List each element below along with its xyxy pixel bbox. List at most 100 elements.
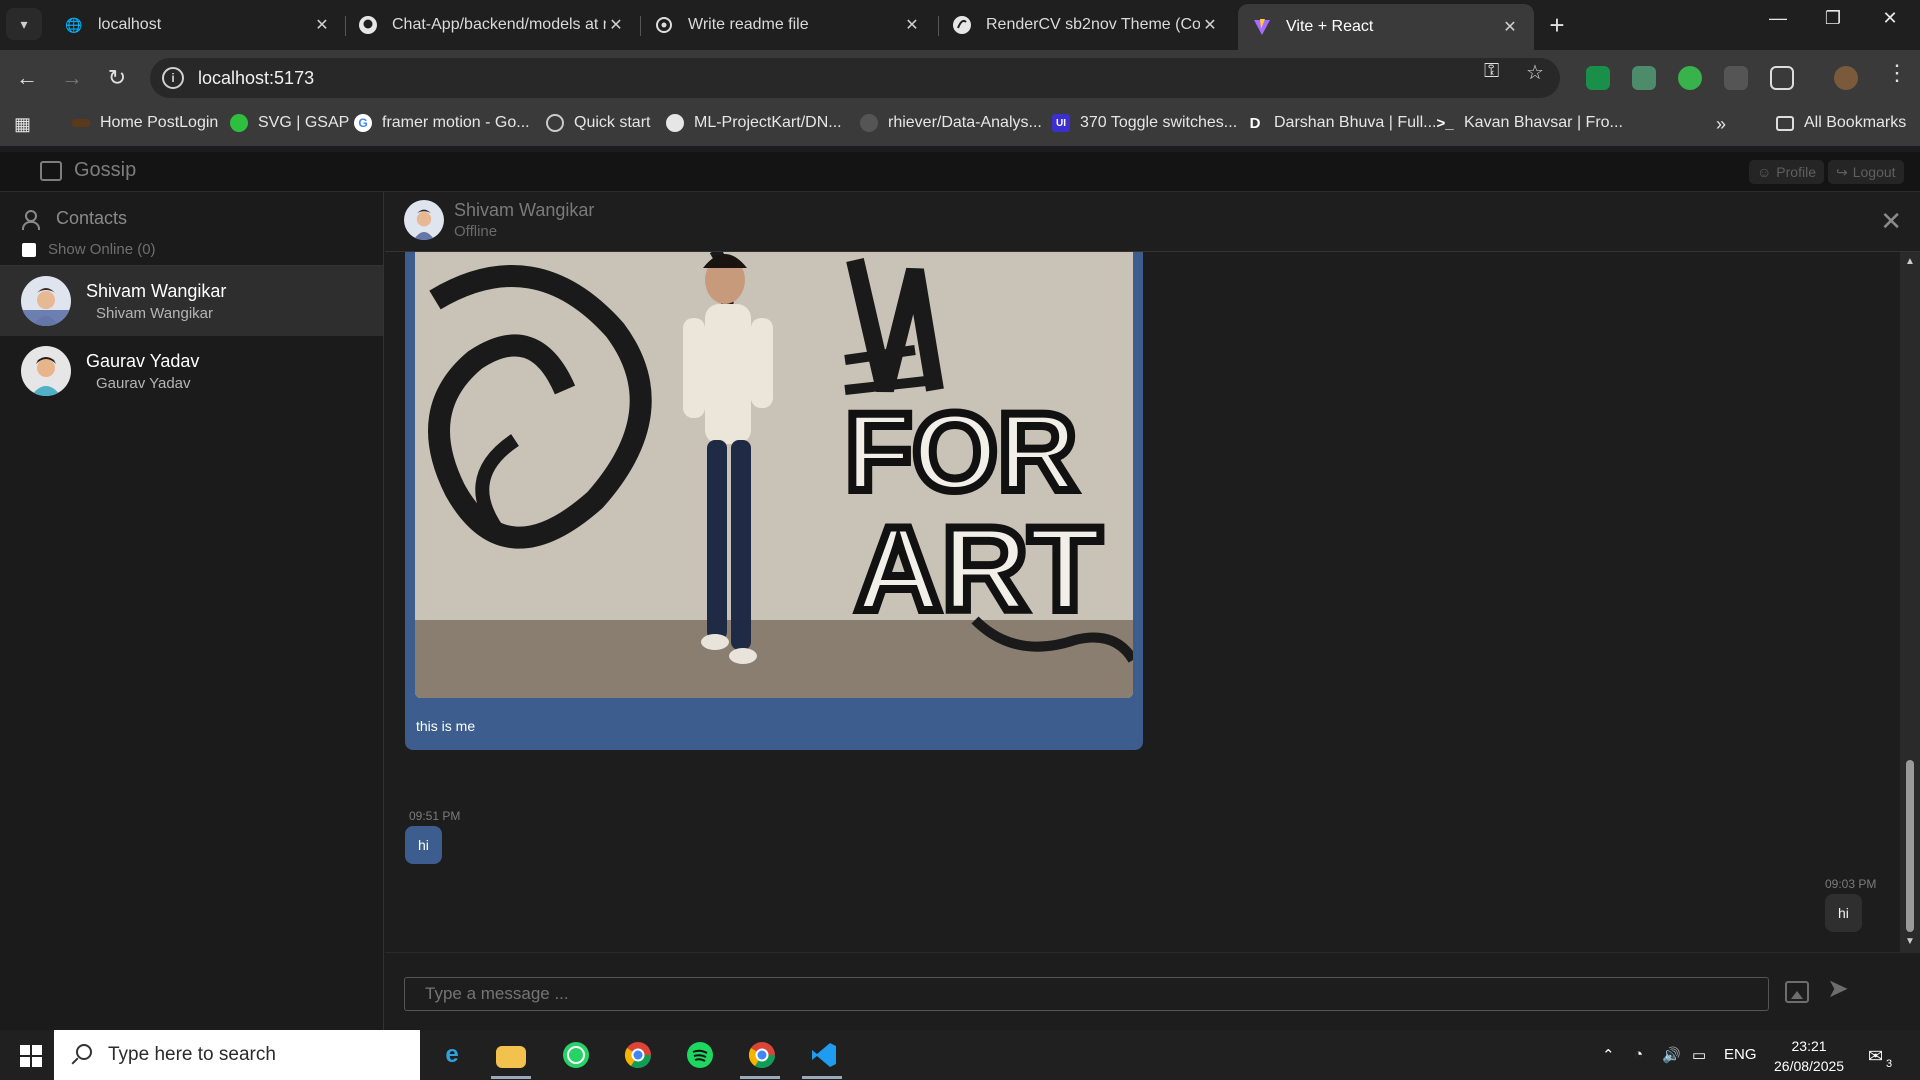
clock-date: 26/08/2025 <box>1774 1058 1845 1074</box>
reload-button[interactable]: ↻ <box>103 64 131 92</box>
close-tab-icon[interactable]: ✕ <box>1500 17 1520 37</box>
apps-grid-icon[interactable]: ▦ <box>14 114 31 135</box>
message-composer: ➤ <box>385 952 1920 1030</box>
notification-count-badge: 3 <box>1886 1058 1893 1070</box>
attach-image-icon[interactable] <box>1785 981 1809 1003</box>
contact-item[interactable]: Shivam Wangikar Shivam Wangikar <box>0 266 383 336</box>
restore-button[interactable]: ❐ <box>1813 8 1853 29</box>
tab-title: Chat-App/backend/models at m <box>392 16 606 33</box>
contact-subtitle: Shivam Wangikar <box>96 304 213 322</box>
tab-chat-app-github[interactable]: Chat-App/backend/models at m ✕ <box>344 4 640 46</box>
app-header: Gossip ☺ Profile ↪ Logout <box>0 152 1920 192</box>
notification-center-icon[interactable]: ✉ <box>1868 1046 1883 1067</box>
bookmark-favicon-icon <box>72 119 90 127</box>
close-tab-icon[interactable]: ✕ <box>312 15 332 35</box>
message-input[interactable] <box>404 977 1769 1011</box>
chat-header: Shivam Wangikar Offline ✕ <box>385 192 1920 252</box>
language-indicator[interactable]: ENG <box>1724 1046 1757 1063</box>
chat-contact-name: Shivam Wangikar <box>454 200 595 220</box>
clock-time: 23:21 <box>1791 1038 1827 1054</box>
shared-photo[interactable]: FOR ART <box>415 252 1133 698</box>
tab-vite-react[interactable]: Vite + React ✕ <box>1238 4 1534 50</box>
all-bookmarks-button[interactable]: All Bookmarks <box>1776 114 1906 132</box>
browser-menu-icon[interactable]: ⋮ <box>1886 60 1908 86</box>
messages-scrollbar[interactable]: ▲ ▼ <box>1900 252 1920 952</box>
logout-button[interactable]: ↪ Logout <box>1828 160 1904 184</box>
whatsapp-icon[interactable] <box>558 1038 594 1072</box>
show-online-toggle[interactable]: Show Online (0) <box>22 241 383 258</box>
vscode-icon[interactable] <box>806 1038 842 1072</box>
taskbar-search-box[interactable]: Type here to search <box>54 1030 420 1080</box>
bookmark-toggle-switches[interactable]: UI 370 Toggle switches... <box>1052 114 1237 132</box>
bookmark-darshan-bhuva[interactable]: D Darshan Bhuva | Full... <box>1246 114 1437 132</box>
tab-rendercv[interactable]: RenderCV sb2nov Theme (Copy ✕ <box>938 4 1234 46</box>
taskbar-clock[interactable]: 23:21 26/08/2025 <box>1774 1036 1844 1076</box>
contact-name: Gaurav Yadav <box>86 350 200 371</box>
close-tab-icon[interactable]: ✕ <box>1200 15 1220 35</box>
scrollbar-thumb[interactable] <box>1906 760 1914 932</box>
bookmark-label: SVG | GSAP <box>258 114 350 131</box>
back-button[interactable]: ← <box>13 64 41 92</box>
uiverse-icon: UI <box>1052 114 1070 132</box>
send-icon[interactable]: ➤ <box>1827 973 1849 1004</box>
profile-button[interactable]: ☺ Profile <box>1749 160 1824 184</box>
chrome-profile-icon[interactable] <box>744 1038 780 1072</box>
forward-button[interactable]: → <box>58 64 86 92</box>
scroll-down-icon[interactable]: ▼ <box>1905 936 1915 947</box>
bookmark-quick-start[interactable]: Quick start <box>546 114 650 132</box>
edge-icon[interactable]: e <box>434 1038 470 1072</box>
close-tab-icon[interactable]: ✕ <box>902 15 922 35</box>
extension-icon-1[interactable] <box>1586 66 1610 90</box>
user-icon: ☺ <box>1757 164 1772 180</box>
github-icon <box>358 15 378 35</box>
close-chat-icon[interactable]: ✕ <box>1880 206 1902 237</box>
extensions-puzzle-icon[interactable] <box>1770 66 1794 90</box>
bookmarks-bar: ▦ Home PostLogin SVG | GSAP Gframer moti… <box>0 106 1920 146</box>
file-explorer-icon[interactable] <box>496 1046 526 1068</box>
tab-write-readme[interactable]: Write readme file ✕ <box>640 4 936 46</box>
extension-icon-3[interactable] <box>1678 66 1702 90</box>
site-info-icon[interactable]: i <box>162 67 184 89</box>
windows-start-icon[interactable] <box>20 1045 42 1067</box>
bookmark-svg-gsap[interactable]: SVG | GSAP <box>230 114 349 132</box>
svg-text:ART: ART <box>855 502 1102 636</box>
gsap-icon <box>230 114 248 132</box>
minimize-button[interactable]: — <box>1758 8 1798 29</box>
show-online-checkbox[interactable] <box>22 242 36 257</box>
google-icon: G <box>354 114 372 132</box>
network-icon[interactable]: ◔ <box>1634 1046 1643 1063</box>
bookmark-star-icon[interactable]: ☆ <box>1526 60 1544 85</box>
profile-avatar[interactable] <box>1834 66 1858 90</box>
vite-icon <box>1252 17 1272 37</box>
close-tab-icon[interactable]: ✕ <box>606 15 626 35</box>
contact-name: Shivam Wangikar <box>86 280 227 301</box>
tab-title: Vite + React <box>1286 18 1374 35</box>
battery-icon[interactable]: ▭ <box>1692 1046 1706 1064</box>
more-bookmarks-icon[interactable]: » <box>1716 114 1726 135</box>
scroll-up-icon[interactable]: ▲ <box>1905 256 1915 267</box>
windows-taskbar: Type here to search e ⌃ ◔ 🔊 ▭ ENG 23:21 … <box>0 1030 1920 1080</box>
bookmark-ml-projectkart[interactable]: ML-ProjectKart/DN... <box>666 114 842 132</box>
chrome-icon[interactable] <box>620 1038 656 1072</box>
password-key-icon[interactable]: ⚿ <box>1484 60 1499 83</box>
address-bar[interactable]: i localhost:5173 <box>150 58 1560 98</box>
tab-localhost[interactable]: 🌐 localhost ✕ <box>50 4 346 46</box>
bookmark-kavan-bhavsar[interactable]: >_ Kavan Bhavsar | Fro... <box>1436 114 1622 132</box>
bookmark-framer-motion[interactable]: Gframer motion - Go... <box>354 114 530 132</box>
contact-item[interactable]: Gaurav Yadav Gaurav Yadav <box>0 336 383 406</box>
image-message: FOR ART this is me <box>405 252 1143 750</box>
new-tab-button[interactable]: + <box>1542 10 1572 41</box>
tab-title: RenderCV sb2nov Theme (Copy <box>986 16 1200 33</box>
svg-text:FOR: FOR <box>845 391 1077 514</box>
tab-search-button[interactable]: ▾ <box>6 8 42 40</box>
bookmark-rhiever[interactable]: rhiever/Data-Analys... <box>860 114 1042 132</box>
spotify-icon[interactable] <box>682 1038 718 1072</box>
volume-icon[interactable]: 🔊 <box>1662 1046 1681 1064</box>
close-window-button[interactable]: ✕ <box>1870 8 1910 29</box>
extension-icon-2[interactable] <box>1632 66 1656 90</box>
show-hidden-icons-icon[interactable]: ⌃ <box>1602 1046 1615 1064</box>
bookmark-home-postlogin[interactable]: Home PostLogin <box>72 114 218 132</box>
sidebar-header: Contacts Show Online (0) <box>0 192 383 266</box>
contact-subtitle: Gaurav Yadav <box>96 374 191 392</box>
extension-icon-4[interactable] <box>1724 66 1748 90</box>
